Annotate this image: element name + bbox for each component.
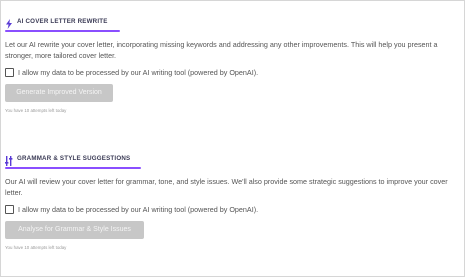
lightning-icon bbox=[5, 16, 13, 29]
analyse-grammar-style-button[interactable]: Analyse for Grammar & Style Issues bbox=[5, 221, 144, 239]
section-header: AI COVER LETTER REWRITE bbox=[5, 14, 461, 29]
section-grammar-style: GRAMMAR & STYLE SUGGESTIONS Our AI will … bbox=[5, 151, 461, 250]
consent-label: I allow my data to be processed by our A… bbox=[18, 205, 259, 214]
consent-checkbox[interactable] bbox=[5, 68, 14, 77]
section-underline bbox=[5, 30, 120, 32]
attempts-remaining: You have 10 attempts left today bbox=[5, 108, 67, 113]
sliders-icon bbox=[5, 153, 13, 166]
consent-row: I allow my data to be processed by our A… bbox=[5, 68, 461, 77]
section-description: Our AI will review your cover letter for… bbox=[5, 177, 448, 197]
section-cover-letter-rewrite: AI COVER LETTER REWRITE Let our AI rewri… bbox=[5, 14, 461, 113]
consent-row: I allow my data to be processed by our A… bbox=[5, 205, 461, 214]
section-title: AI COVER LETTER REWRITE bbox=[17, 17, 108, 25]
section-title: GRAMMAR & STYLE SUGGESTIONS bbox=[17, 154, 131, 162]
section-underline bbox=[5, 167, 141, 169]
section-description: Let our AI rewrite your cover letter, in… bbox=[5, 40, 438, 60]
generate-improved-version-button[interactable]: Generate Improved Version bbox=[5, 84, 113, 102]
section-header: GRAMMAR & STYLE SUGGESTIONS bbox=[5, 151, 461, 166]
consent-checkbox[interactable] bbox=[5, 205, 14, 214]
attempts-remaining: You have 10 attempts left today bbox=[5, 245, 67, 250]
consent-label: I allow my data to be processed by our A… bbox=[18, 68, 259, 77]
